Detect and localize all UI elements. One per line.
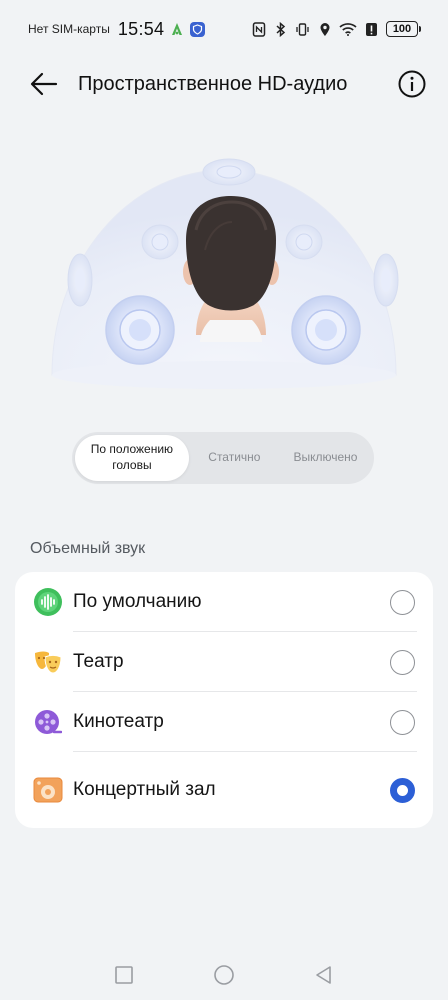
option-default[interactable]: По умолчанию xyxy=(33,572,417,632)
status-left: Нет SIM-карты 15:54 xyxy=(28,18,206,40)
app-header: Пространственное HD-аудио xyxy=(0,58,448,110)
radio-cinema[interactable] xyxy=(390,709,415,735)
theater-masks-icon xyxy=(33,647,63,677)
info-icon[interactable] xyxy=(396,68,428,100)
film-reel-icon xyxy=(33,707,63,737)
app-notification-icon xyxy=(170,22,184,36)
status-bar: Нет SIM-карты 15:54 100 xyxy=(0,0,448,58)
option-theater[interactable]: Театр xyxy=(33,632,417,692)
home-circle-icon[interactable] xyxy=(212,963,236,987)
battery-icon: 100 xyxy=(386,21,421,37)
segment-head-tracking[interactable]: По положению головы xyxy=(75,435,189,481)
surround-section-label: Объемный звук xyxy=(30,540,146,557)
spatial-audio-illustration xyxy=(0,130,448,390)
waveform-icon xyxy=(33,587,63,617)
option-label: Кинотеатр xyxy=(73,711,164,732)
alert-icon xyxy=(364,22,379,37)
option-label: По умолчанию xyxy=(73,591,202,612)
head-speakers-graphic xyxy=(51,158,399,389)
location-icon xyxy=(317,22,332,37)
recents-square-icon[interactable] xyxy=(112,963,136,987)
head-tracking-mode-selector: По положению головы Статично Выключено xyxy=(72,432,374,484)
back-arrow-icon[interactable] xyxy=(28,68,60,100)
radio-theater[interactable] xyxy=(390,649,415,675)
option-cinema[interactable]: Кинотеатр xyxy=(33,692,417,752)
radio-concert-hall[interactable] xyxy=(390,777,415,803)
wifi-icon xyxy=(339,22,357,37)
option-concert-hall[interactable]: Концертный зал xyxy=(33,752,417,828)
screen: Нет SIM-карты 15:54 100 Пространственное… xyxy=(0,0,448,1000)
bluetooth-icon xyxy=(273,21,288,37)
page-title: Пространственное HD-аудио xyxy=(78,72,348,95)
shield-app-icon xyxy=(190,21,206,37)
segment-off[interactable]: Выключено xyxy=(280,435,371,481)
back-triangle-icon[interactable] xyxy=(312,963,336,987)
surround-options-card: По умолчанию Театр Кинотеатр Концертный … xyxy=(15,572,433,828)
carrier-label: Нет SIM-карты xyxy=(28,22,110,36)
system-nav-bar xyxy=(0,950,448,1000)
radio-default[interactable] xyxy=(390,589,415,615)
option-label: Театр xyxy=(73,651,124,672)
nfc-icon xyxy=(251,21,266,37)
concert-hall-icon xyxy=(33,775,63,805)
segment-static[interactable]: Статично xyxy=(189,435,280,481)
clock: 15:54 xyxy=(117,18,165,39)
status-right: 100 xyxy=(251,21,421,37)
option-label: Концертный зал xyxy=(73,779,216,800)
vibrate-icon xyxy=(295,22,310,37)
